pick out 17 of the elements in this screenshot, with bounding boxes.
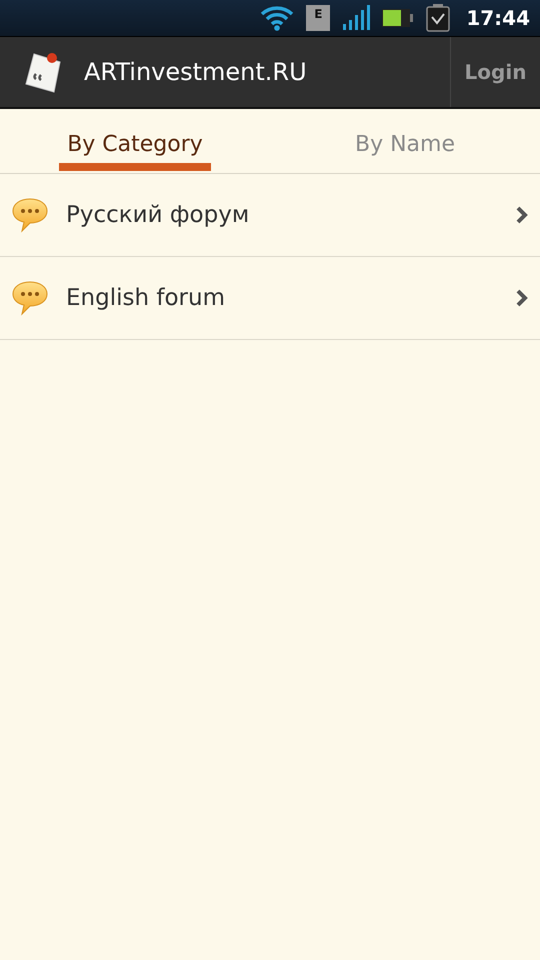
forum-row[interactable]: Русский форум	[0, 174, 540, 257]
wifi-icon	[260, 5, 294, 31]
checkbox-icon	[426, 4, 450, 32]
app-title: ARTinvestment.RU	[84, 58, 308, 86]
battery-icon	[382, 9, 414, 27]
clock-time: 17:44	[466, 6, 530, 30]
forum-name: Русский форум	[66, 202, 250, 228]
forum-row[interactable]: English forum	[0, 257, 540, 340]
network-type-icon: E	[306, 5, 330, 31]
chevron-right-icon	[516, 206, 528, 224]
speech-bubble-icon	[12, 197, 48, 233]
chevron-right-icon	[516, 289, 528, 307]
speech-bubble-icon	[12, 280, 48, 316]
tab[interactable]: By Category	[59, 109, 211, 171]
signal-icon	[342, 5, 370, 31]
login-button[interactable]: Login	[450, 37, 540, 107]
forum-name: English forum	[66, 285, 226, 311]
